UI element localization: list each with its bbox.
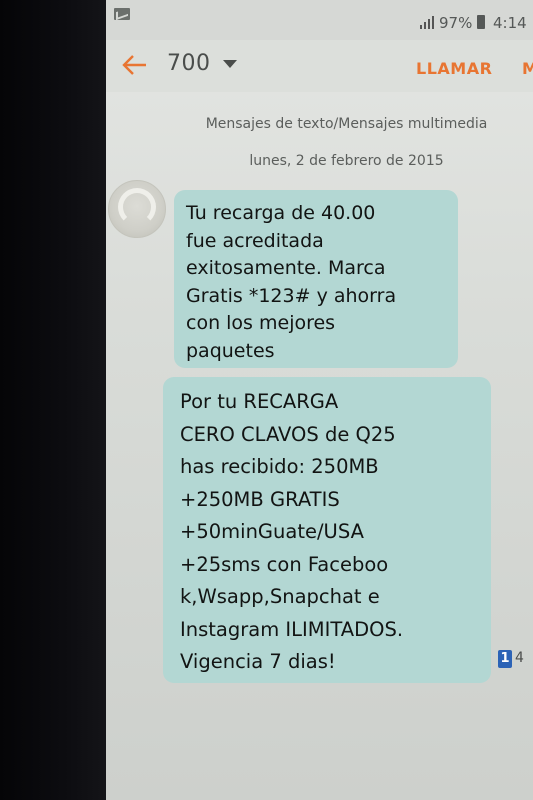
phone-bezel bbox=[0, 0, 106, 800]
app-bar: 700 LLAMAR M bbox=[106, 40, 533, 92]
message-bubble[interactable]: Tu recarga de 40.00 fue acreditada exito… bbox=[174, 190, 458, 368]
message-timestamp: 4 bbox=[515, 650, 524, 666]
status-bar: 97% 4:14 bbox=[106, 0, 533, 40]
thread-type-label: Mensajes de texto/Mensajes multimedia bbox=[205, 116, 488, 132]
date-header: lunes, 2 de febrero de 2015 bbox=[249, 153, 444, 169]
message-bubble[interactable]: Por tu RECARGA CERO CLAVOS de Q25 has re… bbox=[163, 377, 491, 683]
signal-icon bbox=[420, 15, 434, 29]
status-clock: 4:14 bbox=[493, 14, 527, 32]
notification-icon bbox=[114, 8, 130, 20]
contact-name[interactable]: 700 bbox=[167, 51, 211, 76]
call-button[interactable]: LLAMAR bbox=[416, 59, 492, 78]
battery-icon bbox=[477, 15, 485, 29]
contact-avatar-icon[interactable] bbox=[108, 180, 166, 238]
more-button[interactable]: M bbox=[522, 59, 533, 78]
sim-indicator-badge: 1 bbox=[498, 650, 512, 668]
messaging-screen: 97% 4:14 700 LLAMAR M Mensajes de texto/… bbox=[106, 0, 533, 800]
chevron-down-icon[interactable] bbox=[223, 60, 237, 68]
battery-percentage: 97% bbox=[439, 14, 473, 32]
back-arrow-icon[interactable] bbox=[118, 48, 152, 82]
